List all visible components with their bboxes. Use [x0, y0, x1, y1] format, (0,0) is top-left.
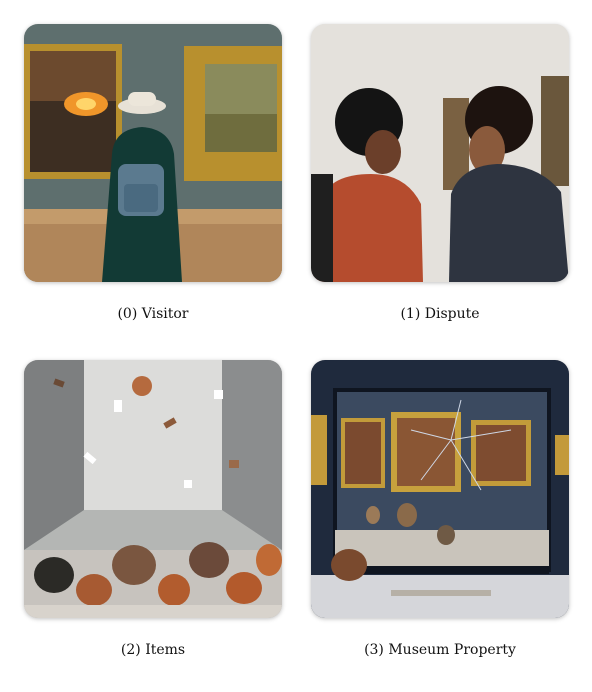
dispute-image: [311, 24, 569, 282]
panel-dispute: (1) Dispute: [311, 24, 569, 322]
dispute-illustration: [311, 24, 569, 282]
panel-museum-property: (3) Museum Property: [311, 360, 569, 658]
caption-museum-property: (3) Museum Property: [364, 642, 516, 658]
panel-items: (2) Items: [24, 360, 282, 658]
items-illustration: [24, 360, 282, 618]
visitor-illustration: [24, 24, 282, 282]
museum-property-illustration: [311, 360, 569, 618]
items-image: [24, 360, 282, 618]
museum-property-image: [311, 360, 569, 618]
visitor-image: [24, 24, 282, 282]
caption-items: (2) Items: [120, 642, 186, 658]
caption-dispute: (1) Dispute: [400, 306, 480, 322]
panel-visitor: (0) Visitor: [24, 24, 282, 322]
caption-visitor: (0) Visitor: [117, 306, 189, 322]
